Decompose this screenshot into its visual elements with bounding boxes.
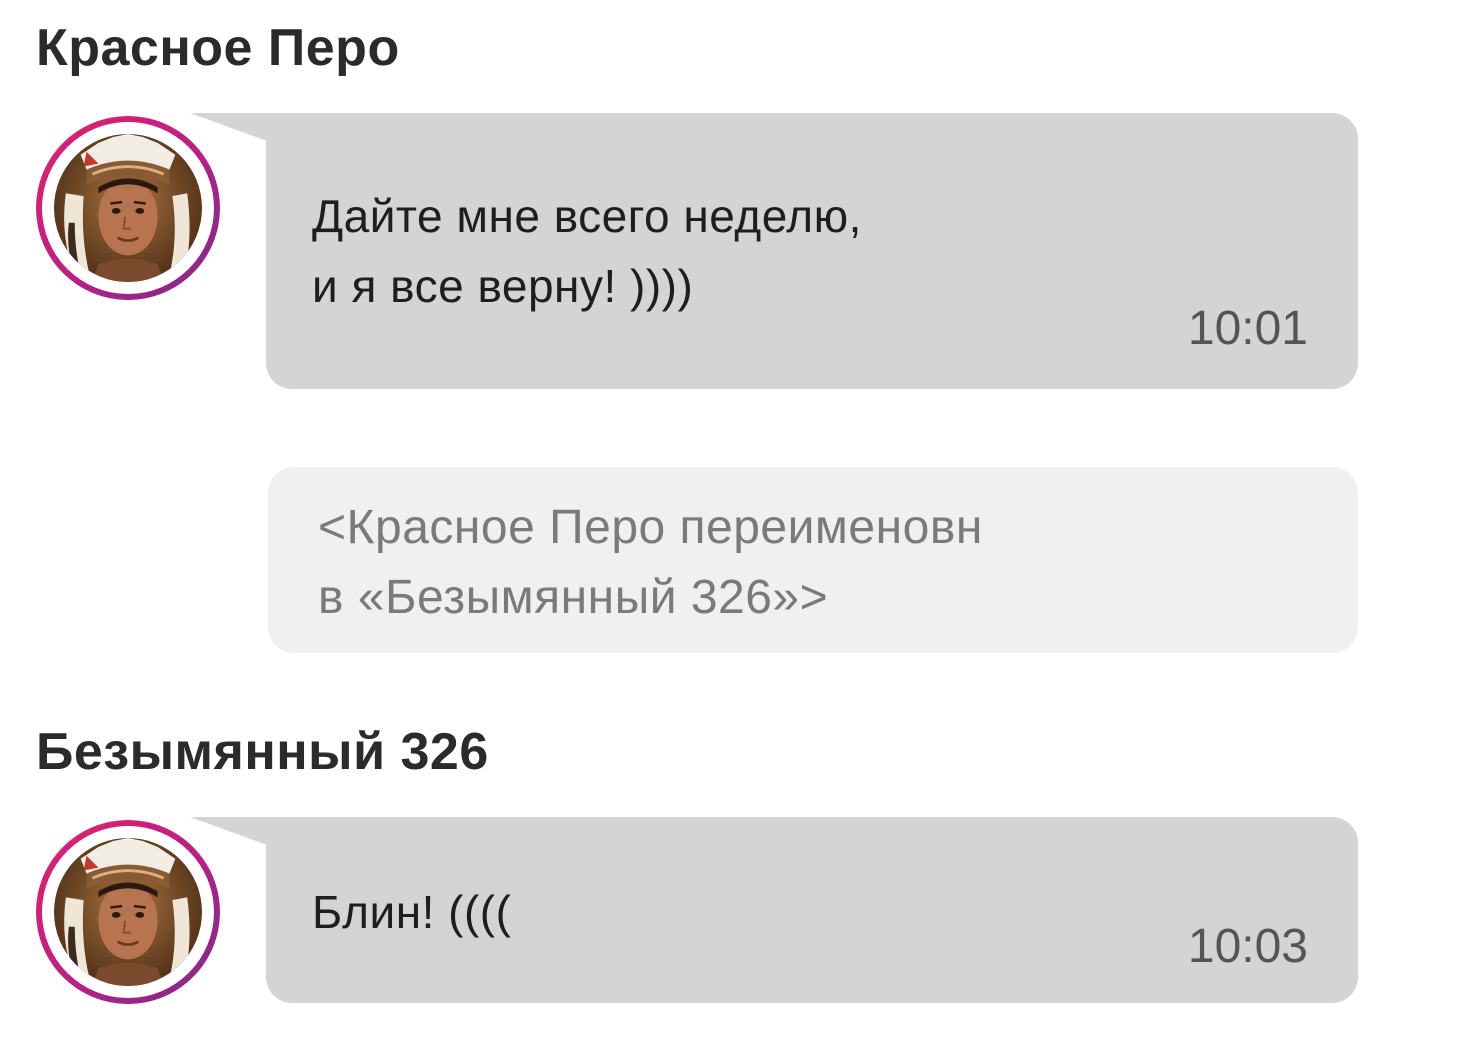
message-timestamp: 10:01 — [1187, 302, 1308, 355]
system-notice-text: <Красное Перо переименовн в «Безымянный … — [318, 501, 983, 624]
message-text: Блин! (((( — [312, 886, 512, 938]
sender-name: Безымянный 326 — [36, 723, 489, 781]
message-timestamp: 10:03 — [1187, 920, 1308, 973]
bubble-tail — [190, 113, 300, 153]
chief-headdress-avatar-icon — [54, 838, 202, 986]
message-bubble[interactable]: Дайте мне всего неделю, и я все верну! )… — [190, 113, 1358, 389]
message-text: Дайте мне всего неделю, и я все верну! )… — [312, 190, 862, 312]
sender-name: Красное Перо — [36, 19, 400, 77]
message-bubble[interactable]: Блин! (((( 10:03 — [190, 817, 1358, 1003]
bubble-tail — [190, 817, 300, 857]
chief-headdress-avatar-icon — [54, 134, 202, 282]
system-notice: <Красное Перо переименовн в «Безымянный … — [268, 467, 1358, 653]
